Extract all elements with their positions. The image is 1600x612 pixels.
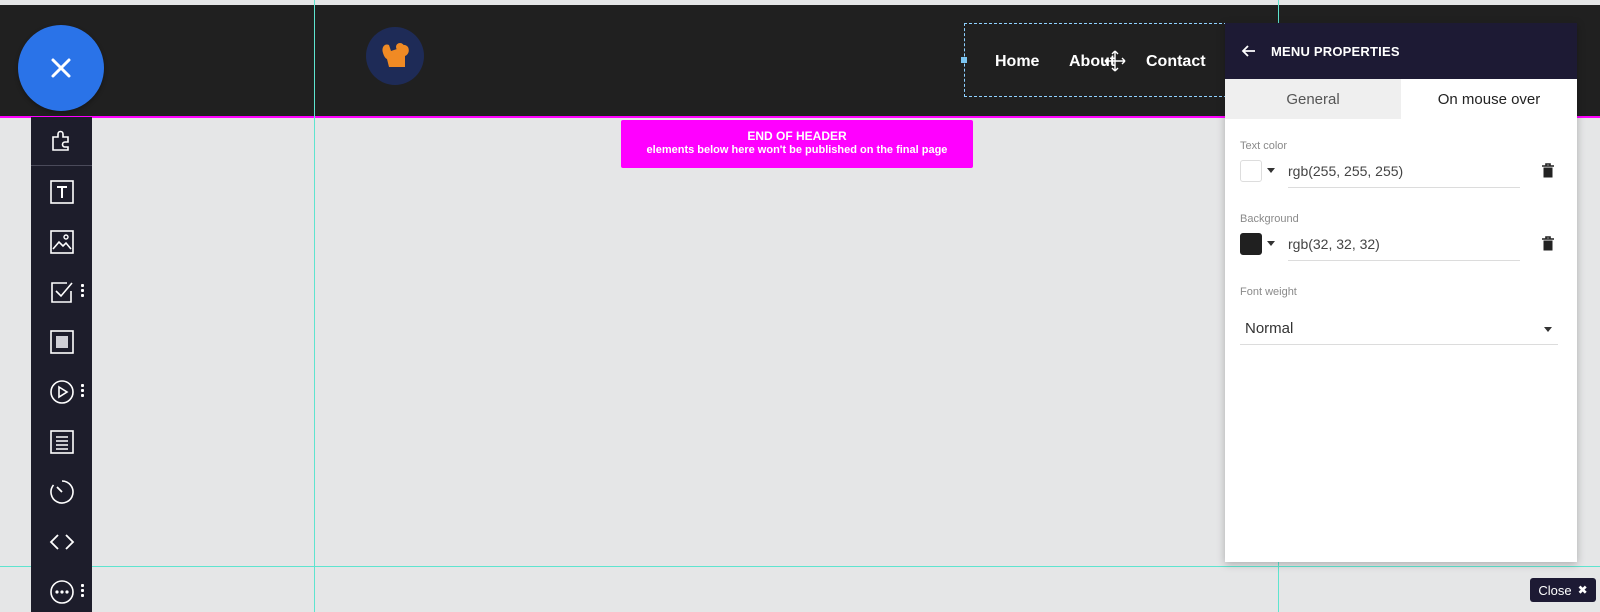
tool-shape[interactable] (31, 322, 92, 362)
end-of-header-title: END OF HEADER (747, 129, 847, 143)
more-options-dots[interactable] (81, 384, 84, 399)
tool-code[interactable] (31, 522, 92, 562)
image-icon (49, 230, 74, 254)
close-icon: ✖ (1577, 583, 1588, 597)
close-icon (51, 58, 71, 78)
timer-icon (49, 480, 74, 504)
tool-video[interactable] (31, 372, 92, 412)
puzzle-icon (51, 130, 69, 151)
text-color-row: rgb(255, 255, 255) (1240, 155, 1555, 189)
chevron-down-icon (1544, 327, 1552, 332)
close-toolbar-button[interactable] (18, 25, 104, 111)
trash-icon[interactable] (1541, 163, 1555, 179)
tool-text[interactable] (31, 172, 92, 212)
background-label: Background (1240, 213, 1299, 225)
end-of-header-banner: END OF HEADER elements below here won't … (621, 120, 973, 168)
chevron-down-icon[interactable] (1267, 168, 1275, 173)
logo[interactable] (366, 27, 424, 85)
square-icon (49, 330, 74, 354)
tool-form[interactable] (31, 272, 92, 312)
text-color-input[interactable]: rgb(255, 255, 255) (1288, 155, 1520, 188)
panel-title: MENU PROPERTIES (1271, 43, 1400, 59)
tab-general[interactable]: General (1225, 79, 1401, 119)
panel-header: MENU PROPERTIES (1225, 23, 1577, 79)
font-weight-select[interactable]: Normal (1240, 313, 1558, 345)
play-icon (49, 380, 74, 404)
menu-properties-panel: MENU PROPERTIES General On mouse over Te… (1225, 23, 1577, 562)
tool-countdown[interactable] (31, 472, 92, 512)
list-icon (49, 430, 74, 454)
more-icon (49, 580, 74, 604)
tool-more[interactable] (31, 572, 92, 612)
text-color-label: Text color (1240, 140, 1288, 152)
font-weight-value: Normal (1245, 320, 1294, 337)
nav-home[interactable]: Home (995, 53, 1039, 71)
trash-icon[interactable] (1541, 236, 1555, 252)
background-color-input[interactable]: rgb(32, 32, 32) (1288, 228, 1520, 261)
toolbar-divider (31, 165, 92, 166)
background-color-row: rgb(32, 32, 32) (1240, 228, 1555, 262)
background-color-swatch[interactable] (1240, 233, 1262, 255)
nav-contact[interactable]: Contact (1146, 53, 1206, 71)
tool-widgets[interactable] (31, 120, 92, 160)
panel-tabs: General On mouse over (1225, 79, 1577, 119)
back-arrow-icon[interactable] (1241, 43, 1257, 59)
resize-handle[interactable] (961, 57, 967, 63)
move-cursor-icon (1104, 50, 1126, 72)
element-toolbar (31, 117, 92, 612)
tool-list[interactable] (31, 422, 92, 462)
guide-line-bottom (0, 566, 1600, 567)
chevron-down-icon[interactable] (1267, 241, 1275, 246)
more-options-dots[interactable] (81, 584, 84, 599)
guide-line-left (314, 0, 315, 612)
text-color-swatch[interactable] (1240, 160, 1262, 182)
font-weight-label: Font weight (1240, 286, 1297, 298)
code-icon (49, 534, 74, 550)
checkbox-icon (50, 282, 73, 303)
end-of-header-subtitle: elements below here won't be published o… (646, 144, 948, 156)
text-icon (49, 180, 74, 204)
close-button[interactable]: Close ✖ (1530, 578, 1596, 602)
tool-image[interactable] (31, 222, 92, 262)
tab-on-mouse-over[interactable]: On mouse over (1401, 79, 1577, 119)
strongman-icon (382, 43, 409, 67)
more-options-dots[interactable] (81, 284, 84, 299)
close-button-label: Close (1538, 582, 1572, 598)
